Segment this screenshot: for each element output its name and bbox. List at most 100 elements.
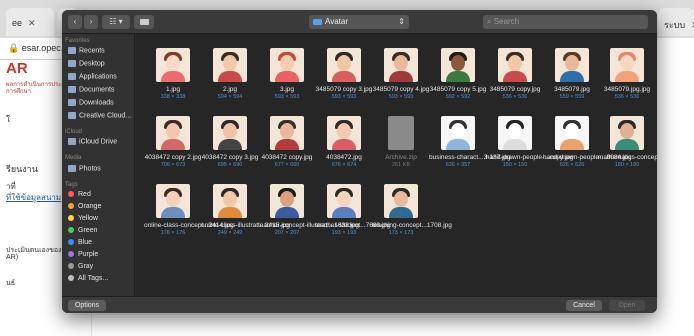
file-item[interactable]: 4038472 copy 2.jpg 706 × 673 [144, 116, 202, 169]
sidebar-item-creative-cloud[interactable]: Creative Cloud... [68, 112, 131, 119]
file-item[interactable]: 3485079 copy 4.jpg 593 × 593 [372, 48, 430, 101]
forward-button[interactable]: › [84, 15, 98, 29]
file-dimensions: 176 × 176 [160, 230, 186, 236]
file-item[interactable]: online-class-illustrati...2415.jpg 249 × … [201, 184, 290, 237]
tag-dot-icon [68, 275, 74, 282]
file-item[interactable]: 1.jpg 338 × 338 [144, 48, 202, 101]
sidebar-tag-gray[interactable]: Gray [68, 263, 93, 270]
dialog-bottom-bar: Options Cancel Open [62, 296, 657, 313]
file-dimensions: 559 × 559 [559, 94, 585, 100]
file-item[interactable]: 3.jpg 593 × 593 [258, 48, 316, 101]
image-thumbnail [555, 116, 589, 150]
file-item[interactable]: Archive.zip 261 KB [372, 116, 430, 169]
sidebar-tag-all[interactable]: All Tags... [68, 275, 108, 282]
file-item[interactable]: hand-drawn-people-...copy.jpg 150 × 150 [486, 116, 574, 169]
file-item[interactable]: online-class-concept...2414.jpg 176 × 176 [144, 184, 234, 237]
file-dimensions: 249 × 249 [217, 230, 243, 236]
file-dimensions: 636 × 357 [445, 162, 471, 168]
tag-dot-icon [68, 263, 74, 270]
sidebar-item-icloud-drive[interactable]: iCloud Drive [68, 138, 117, 145]
file-name: 3485079.jpg [554, 86, 590, 93]
file-item[interactable]: teacher-student...7666.jpg 193 × 193 [315, 184, 391, 237]
file-dimensions: 676 × 674 [331, 162, 357, 168]
file-item[interactable]: 3485079 copy.jpg 536 × 536 [486, 48, 544, 101]
sidebar-tag-green[interactable]: Green [68, 227, 97, 234]
file-dimensions: 593 × 593 [274, 94, 300, 100]
folder-icon [139, 18, 149, 25]
page-heading: รียนงาน [6, 164, 38, 174]
file-item[interactable]: 4038472.jpg 676 × 674 [315, 116, 373, 169]
file-item[interactable]: teaching-concept...1708.jpg 173 × 173 [372, 184, 452, 237]
view-mode-button[interactable]: ☷ ▾ [102, 15, 130, 29]
sidebar-tag-orange[interactable]: Orange [68, 203, 101, 210]
sidebar-tag-blue[interactable]: Blue [68, 239, 92, 246]
close-icon[interactable]: ✕ [28, 18, 36, 28]
sidebar-tag-purple[interactable]: Purple [68, 251, 98, 258]
back-button[interactable]: ‹ [68, 15, 82, 29]
new-folder-button[interactable] [134, 15, 154, 29]
file-item[interactable]: teacher-concept-illustrati...1638.jpg 207… [258, 184, 359, 237]
file-item[interactable]: 4038472 copy 3.jpg 695 × 690 [201, 116, 259, 169]
image-thumbnail [156, 184, 190, 218]
file-name: 3485079 copy 5.jpg [429, 86, 487, 93]
file-dimensions: 593 × 593 [388, 94, 414, 100]
file-item[interactable]: 3485079.jpg.jpg 536 × 536 [598, 48, 656, 101]
file-item[interactable]: hand-drawn-people-...8084.jpg 626 × 626 [543, 116, 632, 169]
file-name: 4038472 copy 3.jpg [201, 154, 259, 161]
open-button[interactable]: Open [609, 300, 645, 311]
image-thumbnail [213, 184, 247, 218]
search-placeholder: Search [493, 17, 520, 26]
desktop-icon [68, 60, 76, 67]
page-subtitle: การศึกษา [6, 89, 31, 95]
file-name: hand-drawn-people-...copy.jpg [486, 154, 574, 161]
file-item[interactable]: 3485079 copy 3.jpg 593 × 593 [315, 48, 373, 101]
options-button[interactable]: Options [68, 300, 106, 311]
nav-arrow[interactable]: ใ [6, 113, 10, 126]
extensions-area [655, 38, 694, 60]
image-thumbnail [270, 184, 304, 218]
image-thumbnail [610, 48, 644, 82]
file-dimensions: 536 × 536 [502, 94, 528, 100]
image-thumbnail [384, 48, 418, 82]
image-thumbnail [441, 116, 475, 150]
image-thumbnail [156, 116, 190, 150]
file-item[interactable]: business-charact...3-137.jpg 636 × 357 [429, 116, 511, 169]
sidebar-item-desktop[interactable]: Desktop [68, 60, 105, 67]
file-dimensions: 677 × 660 [274, 162, 300, 168]
file-dimensions: 593 × 593 [331, 94, 357, 100]
document-icon [68, 86, 76, 93]
sidebar-tag-yellow[interactable]: Yellow [68, 215, 98, 222]
browser-tab-label: ระบบ [664, 20, 686, 30]
sidebar-item-downloads[interactable]: Downloads [68, 99, 114, 106]
file-name: online-class-concept...2414.jpg [144, 222, 234, 229]
page-logo: AR [6, 60, 28, 77]
file-item[interactable]: 4038472 copy.jpg 677 × 660 [258, 116, 316, 169]
file-item[interactable]: 3485079.jpg 559 × 559 [543, 48, 601, 101]
sidebar-item-documents[interactable]: Documents [68, 86, 114, 93]
file-grid: 1.jpg 338 × 338 2.jpg 594 × 594 3.jpg 593 × 5… [136, 34, 657, 296]
cancel-button[interactable]: Cancel [566, 300, 602, 311]
page-link[interactable]: ที่ใช้ข้อมูลสนาม [6, 191, 61, 204]
clock-icon [68, 47, 76, 54]
sidebar-item-applications[interactable]: Applications [68, 73, 117, 80]
sidebar-item-recents[interactable]: Recents [68, 47, 105, 54]
file-item[interactable]: 2.jpg 594 × 594 [201, 48, 259, 101]
image-thumbnail [327, 184, 361, 218]
file-dimensions: 173 × 173 [388, 230, 414, 236]
path-label: Avatar [325, 17, 348, 26]
favorites-heading: Favorites [65, 38, 90, 44]
file-item[interactable]: mathematics-concept...4207.jpg180 × 180 [598, 116, 657, 169]
search-input[interactable]: ⌕ Search [483, 15, 648, 29]
path-popup[interactable]: Avatar ⇕ [309, 15, 409, 29]
browser-tab[interactable]: ee ✕ [6, 8, 54, 36]
page-list-item[interactable]: นธ์ [6, 278, 15, 289]
browser-tab[interactable]: ระบบ✕ [658, 8, 694, 36]
sidebar-item-photos[interactable]: Photos [68, 165, 101, 172]
file-name: 3485079 copy 3.jpg [315, 86, 373, 93]
file-dimensions: 338 × 338 [160, 94, 186, 100]
file-name: 4038472.jpg [326, 154, 362, 161]
file-dimensions: 706 × 673 [160, 162, 186, 168]
sidebar-tag-red[interactable]: Red [68, 191, 91, 198]
file-name: business-charact...3-137.jpg [429, 154, 511, 161]
file-item[interactable]: 3485079 copy 5.jpg 592 × 592 [429, 48, 487, 101]
